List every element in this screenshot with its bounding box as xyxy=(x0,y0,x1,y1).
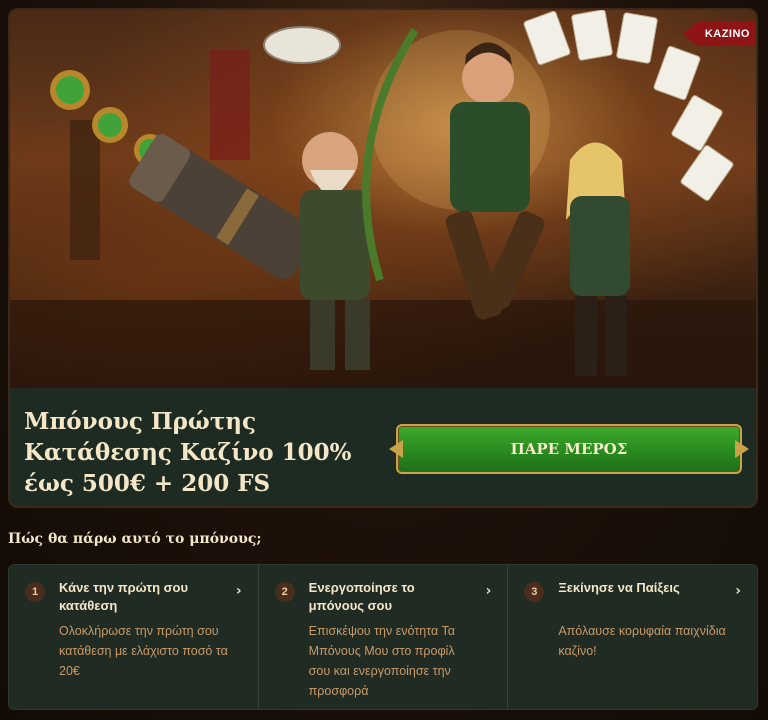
cta-button-label: ΠΑΡΕ ΜΕΡΟΣ xyxy=(510,440,628,458)
step-title: Ενεργοποίησε το μπόνους σου xyxy=(308,580,415,613)
step-description: Ολοκλήρωσε την πρώτη σου κατάθεση με ελά… xyxy=(59,624,228,678)
step-number-badge: 2 xyxy=(274,582,295,602)
cta-button[interactable]: ΠΑΡΕ ΜΕΡΟΣ xyxy=(389,424,749,474)
hero-banner: ΚΑΖΙΝΟ xyxy=(10,10,756,388)
offer-panel: Μπόνους Πρώτης Κατάθεσης Καζίνο 100% έως… xyxy=(10,388,756,506)
step-number-badge: 3 xyxy=(524,582,545,602)
step-card-2[interactable]: 2 Ενεργοποίησε το μπόνους σου › Επισκέψο… xyxy=(258,565,509,709)
step-card-3[interactable]: 3 Ξεκίνησε να Παίξεις › Απόλαυσε κορυφαί… xyxy=(508,565,757,709)
chevron-right-icon[interactable]: › xyxy=(486,583,492,599)
step-number-badge: 1 xyxy=(25,582,45,602)
step-card-1[interactable]: 1 Κάνε την πρώτη σου κατάθεση › Ολοκλήρω… xyxy=(9,565,259,709)
steps-list: 1 Κάνε την πρώτη σου κατάθεση › Ολοκλήρω… xyxy=(8,564,758,710)
how-to-get-bonus-title: Πώς θα πάρω αυτό το μπόνους; xyxy=(8,531,262,547)
hero-illustration xyxy=(10,10,756,388)
chevron-right-icon[interactable]: › xyxy=(735,583,741,599)
step-title: Κάνε την πρώτη σου κατάθεση xyxy=(59,580,189,613)
offer-title: Μπόνους Πρώτης Κατάθεσης Καζίνο 100% έως… xyxy=(24,408,352,497)
button-left-ornament xyxy=(389,440,403,458)
step-description: Απόλαυσε κορυφαία παιχνίδια καζίνο! xyxy=(558,624,726,658)
step-title: Ξεκίνησε να Παίξεις xyxy=(558,580,680,595)
button-right-ornament xyxy=(735,440,749,458)
casino-badge: ΚΑΖΙΝΟ xyxy=(682,22,756,46)
chevron-right-icon[interactable]: › xyxy=(236,583,242,599)
step-description: Επισκέψου την ενότητα Τα Μπόνους Μου στο… xyxy=(308,624,455,698)
promo-card: ΚΑΖΙΝΟ Μπόνους Πρώτης Κατάθεσης Καζίνο 1… xyxy=(8,8,758,508)
